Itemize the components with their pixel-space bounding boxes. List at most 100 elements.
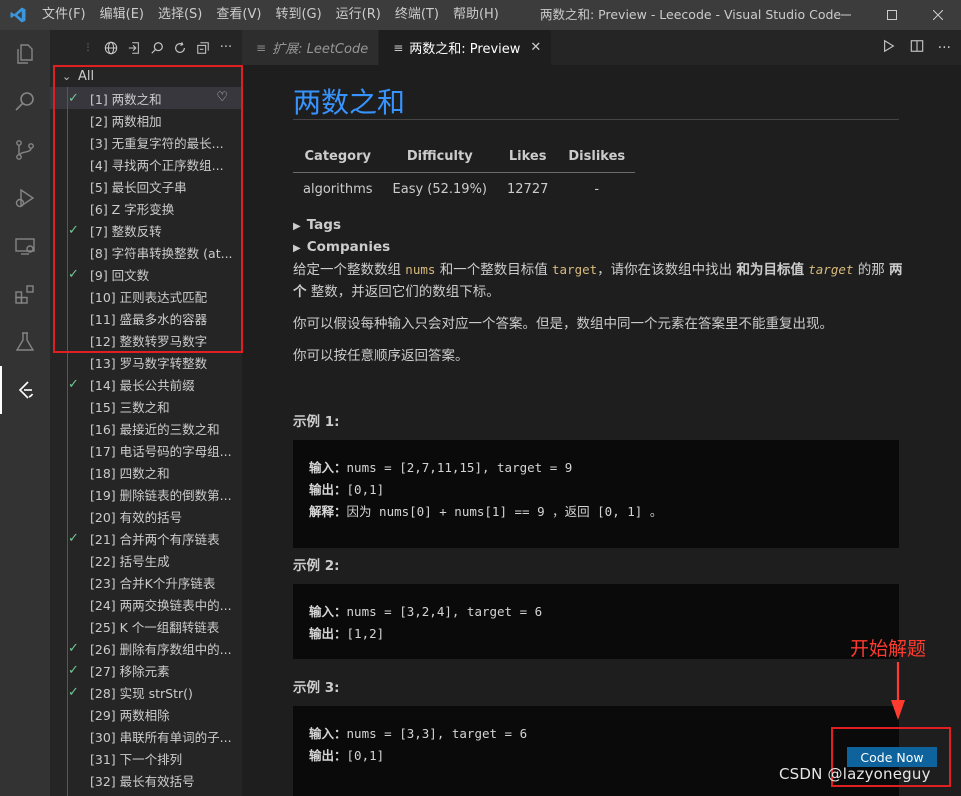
table-cell: Easy (52.19%) xyxy=(392,181,488,197)
output-label: 输出： xyxy=(309,626,347,641)
check-icon: ✓ xyxy=(68,684,79,700)
table-header-row: Category Difficulty Likes Dislikes xyxy=(293,142,636,173)
close-icon[interactable] xyxy=(915,0,961,30)
vscode-logo-icon xyxy=(0,0,35,30)
example-output-line: 输出：[0,1] xyxy=(309,745,883,767)
problem-item-label: [26] 删除有序数组中的... xyxy=(90,641,232,657)
menu-run[interactable]: 运行(R) xyxy=(329,0,388,30)
problem-item-label: [13] 罗马数字转整数 xyxy=(90,355,208,371)
menu-bar: 文件(F) 编辑(E) 选择(S) 查看(V) 转到(G) 运行(R) 终端(T… xyxy=(35,0,506,30)
menu-terminal[interactable]: 终端(T) xyxy=(388,0,446,30)
problem-item[interactable]: ✓ [21] 合并两个有序链表 xyxy=(50,527,242,549)
problem-item[interactable]: [18] 四数之和 xyxy=(50,461,242,483)
problem-item-label: [20] 有效的括号 xyxy=(90,509,183,525)
companies-label: Companies xyxy=(306,239,391,255)
tab-label: 扩展: LeetCode xyxy=(272,42,369,57)
table-cell: algorithms xyxy=(303,181,373,197)
table-header: Dislikes xyxy=(558,142,636,173)
problem-item[interactable]: [22] 括号生成 xyxy=(50,549,242,571)
inline-code: nums xyxy=(405,262,436,277)
more-icon[interactable]: ··· xyxy=(938,40,951,56)
problem-item[interactable]: ✓ [28] 实现 strStr() xyxy=(50,681,242,703)
activity-bar xyxy=(0,30,50,796)
example-output-line: 输出：[1,2] xyxy=(309,623,883,645)
example-explain-line: 解释：因为 nums[0] + nums[1] == 9 ，返回 [0, 1] … xyxy=(309,501,883,523)
source-control-icon[interactable] xyxy=(0,126,50,174)
companies-toggle[interactable]: ▶ Companies xyxy=(293,239,390,255)
example-1-block: 输入：nums = [2,7,11,15], target = 9 输出：[0,… xyxy=(293,440,899,548)
code-now-button[interactable]: Code Now xyxy=(847,747,937,767)
problem-preview: 两数之和 Category Difficulty Likes Dislikes … xyxy=(242,65,961,796)
problem-item[interactable]: [15] 三数之和 xyxy=(50,395,242,417)
triangle-right-icon: ▶ xyxy=(293,243,301,254)
collapse-icon[interactable] xyxy=(195,40,211,56)
explain-value: 因为 nums[0] + nums[1] == 9 ，返回 [0, 1] 。 xyxy=(346,504,663,519)
minimize-icon[interactable] xyxy=(823,0,869,30)
problem-item-label: [30] 串联所有单词的子... xyxy=(90,729,232,745)
tab-extension-leetcode[interactable]: ≡ 扩展: LeetCode xyxy=(242,30,380,65)
problem-item[interactable]: [29] 两数相除 xyxy=(50,703,242,725)
annotation-label: 开始解题 xyxy=(850,638,927,660)
search-icon[interactable] xyxy=(0,78,50,126)
output-value: [1,2] xyxy=(346,626,385,641)
input-value: nums = [3,2,4], target = 6 xyxy=(346,604,543,619)
explorer-icon[interactable] xyxy=(0,30,50,78)
run-debug-icon[interactable] xyxy=(0,174,50,222)
testing-icon[interactable] xyxy=(0,318,50,366)
title-bar: 文件(F) 编辑(E) 选择(S) 查看(V) 转到(G) 运行(R) 终端(T… xyxy=(0,0,961,30)
problem-item[interactable]: [25] K 个一组翻转链表 xyxy=(50,615,242,637)
close-icon[interactable]: ✕ xyxy=(530,40,541,55)
sign-in-icon[interactable] xyxy=(126,40,142,56)
split-editor-icon[interactable] xyxy=(910,39,924,57)
example-1-title: 示例 1: xyxy=(293,414,340,430)
problem-item-label: [28] 实现 strStr() xyxy=(90,685,193,701)
menu-help[interactable]: 帮助(H) xyxy=(446,0,506,30)
globe-icon[interactable] xyxy=(103,40,119,56)
run-icon[interactable] xyxy=(882,39,896,57)
problem-item-label: [17] 电话号码的字母组... xyxy=(90,443,232,459)
problem-item[interactable]: ✓ [27] 移除元素 xyxy=(50,659,242,681)
problem-item[interactable]: [17] 电话号码的字母组... xyxy=(50,439,242,461)
problem-item[interactable]: ✓ [14] 最长公共前缀 xyxy=(50,373,242,395)
menu-selection[interactable]: 选择(S) xyxy=(151,0,209,30)
problem-item[interactable]: [20] 有效的括号 xyxy=(50,505,242,527)
tags-toggle[interactable]: ▶ Tags xyxy=(293,217,341,233)
check-icon: ✓ xyxy=(68,640,79,656)
menu-edit[interactable]: 编辑(E) xyxy=(93,0,151,30)
problem-item-label: [24] 两两交换链表中的... xyxy=(90,597,232,613)
maximize-icon[interactable] xyxy=(869,0,915,30)
tab-preview[interactable]: ≡ 两数之和: Preview ✕ xyxy=(379,30,553,65)
input-label: 输入： xyxy=(309,460,347,475)
leetcode-icon[interactable] xyxy=(0,366,50,414)
refresh-icon[interactable] xyxy=(172,40,188,56)
extensions-icon[interactable] xyxy=(0,270,50,318)
problem-item[interactable]: [13] 罗马数字转整数 xyxy=(50,351,242,373)
problem-item[interactable]: [31] 下一个排列 xyxy=(50,747,242,769)
problem-item[interactable]: [30] 串联所有单词的子... xyxy=(50,725,242,747)
menu-go[interactable]: 转到(G) xyxy=(268,0,328,30)
table-row: algorithms Easy (52.19%) 12727 - xyxy=(293,172,635,206)
problem-item-label: [23] 合并K个升序链表 xyxy=(90,575,216,591)
menu-file[interactable]: 文件(F) xyxy=(35,0,93,30)
problem-item[interactable]: [24] 两两交换链表中的... xyxy=(50,593,242,615)
explain-label: 解释： xyxy=(309,504,347,519)
more-icon[interactable]: ··· xyxy=(218,40,234,56)
problem-item-label: [32] 最长有效括号 xyxy=(90,773,195,789)
desc-text: 给定一个整数数组 xyxy=(293,262,406,278)
problem-item[interactable]: ✓ [26] 删除有序数组中的... xyxy=(50,637,242,659)
problem-item-label: [21] 合并两个有序链表 xyxy=(90,531,220,547)
problem-item[interactable]: [16] 最接近的三数之和 xyxy=(50,417,242,439)
problem-item-label: [25] K 个一组翻转链表 xyxy=(90,619,220,635)
problem-item[interactable]: [19] 删除链表的倒数第... xyxy=(50,483,242,505)
search-icon[interactable] xyxy=(149,40,165,56)
example-3-title: 示例 3: xyxy=(293,680,340,696)
remote-explorer-icon[interactable] xyxy=(0,222,50,270)
problem-item[interactable]: [32] 最长有效括号 xyxy=(50,769,242,791)
input-label: 输入： xyxy=(309,726,347,741)
tags-label: Tags xyxy=(306,217,341,233)
tab-file-icon: ≡ xyxy=(256,40,267,55)
annotation-arrow-icon xyxy=(891,662,905,720)
description-paragraph-2: 你可以假设每种输入只会对应一个答案。但是，数组中同一个元素在答案里不能重复出现。 xyxy=(293,316,833,332)
problem-item[interactable]: [23] 合并K个升序链表 xyxy=(50,571,242,593)
menu-view[interactable]: 查看(V) xyxy=(209,0,268,30)
